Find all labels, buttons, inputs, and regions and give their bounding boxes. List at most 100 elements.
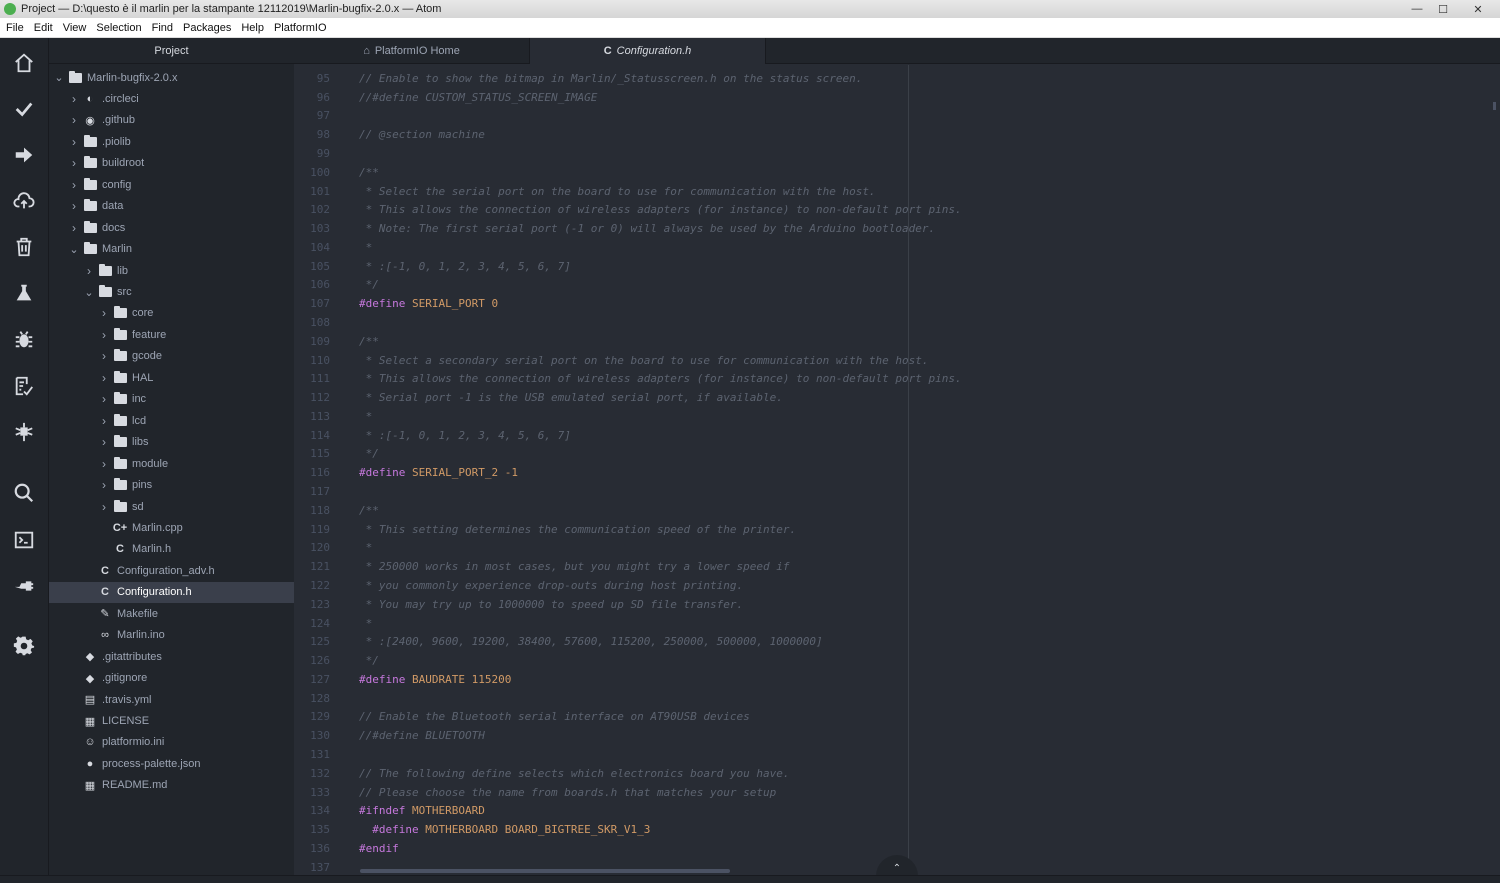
code-token: * 250000 works in most cases, but you mi… [359, 560, 790, 574]
tree-folder[interactable]: › ◐ .circleci [49, 88, 294, 109]
folder-icon [113, 499, 127, 513]
maximize-button[interactable]: ☐ [1430, 0, 1456, 18]
horizontal-scrollbar[interactable] [360, 869, 730, 873]
code-line: 127 #define BAUDRATE 115200 [294, 670, 1500, 689]
tree-folder[interactable]: › ◉ .github [49, 110, 294, 131]
platformio-toolbar [0, 38, 49, 883]
tree-folder[interactable]: › config [49, 174, 294, 195]
code-token: * [359, 409, 373, 423]
minimize-button[interactable]: — [1404, 0, 1430, 18]
tree-item-label: module [132, 457, 169, 470]
tree-file[interactable]: C+ Marlin.cpp [49, 517, 294, 538]
tree-folder[interactable]: ⌄ src [49, 282, 294, 303]
chevron-down-icon: ⌄ [69, 243, 79, 256]
tree-file[interactable]: ∞ Marlin.ino [49, 625, 294, 646]
tree-folder[interactable]: › .piolib [49, 131, 294, 152]
code-line: 109 /** [294, 332, 1500, 351]
tree-folder[interactable]: › module [49, 453, 294, 474]
atom-app-icon [4, 3, 16, 15]
tree-file[interactable]: ▤ .travis.yml [49, 689, 294, 710]
tree-file[interactable]: ☺ platformio.ini [49, 732, 294, 753]
tree-folder[interactable]: › core [49, 303, 294, 324]
tree-folder[interactable]: › inc [49, 389, 294, 410]
tree-file[interactable]: ▦ LICENSE [49, 711, 294, 732]
terminal-icon[interactable] [12, 528, 36, 552]
tree-folder[interactable]: › feature [49, 324, 294, 345]
tree-folder[interactable]: ⌄ Marlin-bugfix-2.0.x [49, 67, 294, 88]
tree-folder[interactable]: › HAL [49, 367, 294, 388]
code-line: 103 * Note: The first serial port (-1 or… [294, 219, 1500, 238]
tree-file[interactable]: ▦ README.md [49, 775, 294, 796]
tree-file[interactable]: C Configuration.h [49, 581, 294, 603]
code-token: */ [359, 654, 379, 668]
menu-platformio[interactable]: PlatformIO [269, 22, 332, 34]
line-number: 109 [310, 334, 330, 348]
folder-icon [98, 285, 112, 298]
yaml-file-icon: ▤ [84, 694, 96, 707]
menu-selection[interactable]: Selection [91, 22, 146, 34]
cloud-upload-icon[interactable] [12, 189, 36, 213]
code-line: 131 [294, 745, 1500, 764]
tree-folder[interactable]: ⌄ Marlin [49, 239, 294, 260]
line-number: 127 [310, 672, 330, 686]
home-icon[interactable] [12, 51, 36, 75]
folder-icon [83, 134, 97, 148]
tree-file[interactable]: C Configuration_adv.h [49, 560, 294, 581]
tree-folder[interactable]: › sd [49, 496, 294, 517]
tree-folder[interactable]: › lcd [49, 410, 294, 431]
search-icon[interactable] [12, 481, 36, 505]
devices-icon[interactable] [12, 420, 36, 444]
tab-platformio-home[interactable]: ⌂ PlatformIO Home [294, 38, 530, 64]
code-editor[interactable]: 95 // Enable to show the bitmap in Marlin… [294, 65, 1500, 875]
settings-gear-icon[interactable] [12, 634, 36, 658]
upload-arrow-icon[interactable] [12, 143, 36, 167]
code-text: */ [359, 654, 379, 667]
line-number: 111 [310, 372, 330, 386]
menu-packages[interactable]: Packages [178, 22, 236, 34]
menu-help[interactable]: Help [236, 22, 269, 34]
menu-find[interactable]: Find [147, 22, 178, 34]
platformio-icon: ☺ [84, 736, 96, 749]
chevron-right-icon: › [72, 113, 76, 128]
tree-folder[interactable]: › lib [49, 260, 294, 281]
menu-file[interactable]: File [0, 22, 29, 34]
code-text: * Note: The first serial port (-1 or 0) … [359, 222, 936, 235]
menu-view[interactable]: View [58, 22, 92, 34]
code-line: 107 #define SERIAL_PORT 0 [294, 294, 1500, 313]
tree-folder[interactable]: › gcode [49, 346, 294, 367]
debug-bug-icon[interactable] [12, 327, 36, 351]
line-number: 136 [310, 841, 330, 855]
build-check-icon[interactable] [12, 97, 36, 121]
code-line: 128 [294, 689, 1500, 708]
line-number: 117 [310, 485, 330, 499]
tab-configuration-h[interactable]: C Configuration.h [530, 38, 766, 64]
code-text: * [359, 241, 373, 254]
tree-file[interactable]: ✎ Makefile [49, 603, 294, 624]
trash-icon[interactable] [12, 235, 36, 259]
tree-folder[interactable]: › data [49, 196, 294, 217]
tree-file[interactable]: C Marlin.h [49, 539, 294, 560]
code-token: #define [359, 297, 412, 311]
code-line: 100 /** [294, 163, 1500, 182]
tree-folder[interactable]: › buildroot [49, 153, 294, 174]
code-line: 114 * :[-1, 0, 1, 2, 3, 4, 5, 6, 7] [294, 426, 1500, 445]
tree-item-label: process-palette.json [102, 757, 201, 770]
tree-folder[interactable]: › pins [49, 475, 294, 496]
code-text: * Serial port -1 is the USB emulated ser… [359, 391, 783, 404]
close-button[interactable]: ✕ [1456, 0, 1500, 18]
code-line: 129 // Enable the Bluetooth serial interf… [294, 708, 1500, 727]
menu-edit[interactable]: Edit [29, 22, 58, 34]
vertical-scrollbar[interactable] [1493, 102, 1496, 110]
tree-file[interactable]: ◆ .gitignore [49, 668, 294, 689]
tree-file[interactable]: ◆ .gitattributes [49, 646, 294, 667]
tree-folder[interactable]: › libs [49, 432, 294, 453]
line-number: 97 [316, 109, 330, 123]
serial-monitor-icon[interactable] [12, 374, 36, 398]
code-line: 101 * Select the serial port on the boar… [294, 182, 1500, 201]
tree-file[interactable]: ● process-palette.json [49, 753, 294, 774]
line-number: 110 [310, 353, 330, 367]
test-flask-icon[interactable] [12, 281, 36, 305]
plug-icon[interactable] [12, 574, 36, 598]
tree-folder[interactable]: › docs [49, 217, 294, 238]
line-number: 123 [310, 597, 330, 611]
